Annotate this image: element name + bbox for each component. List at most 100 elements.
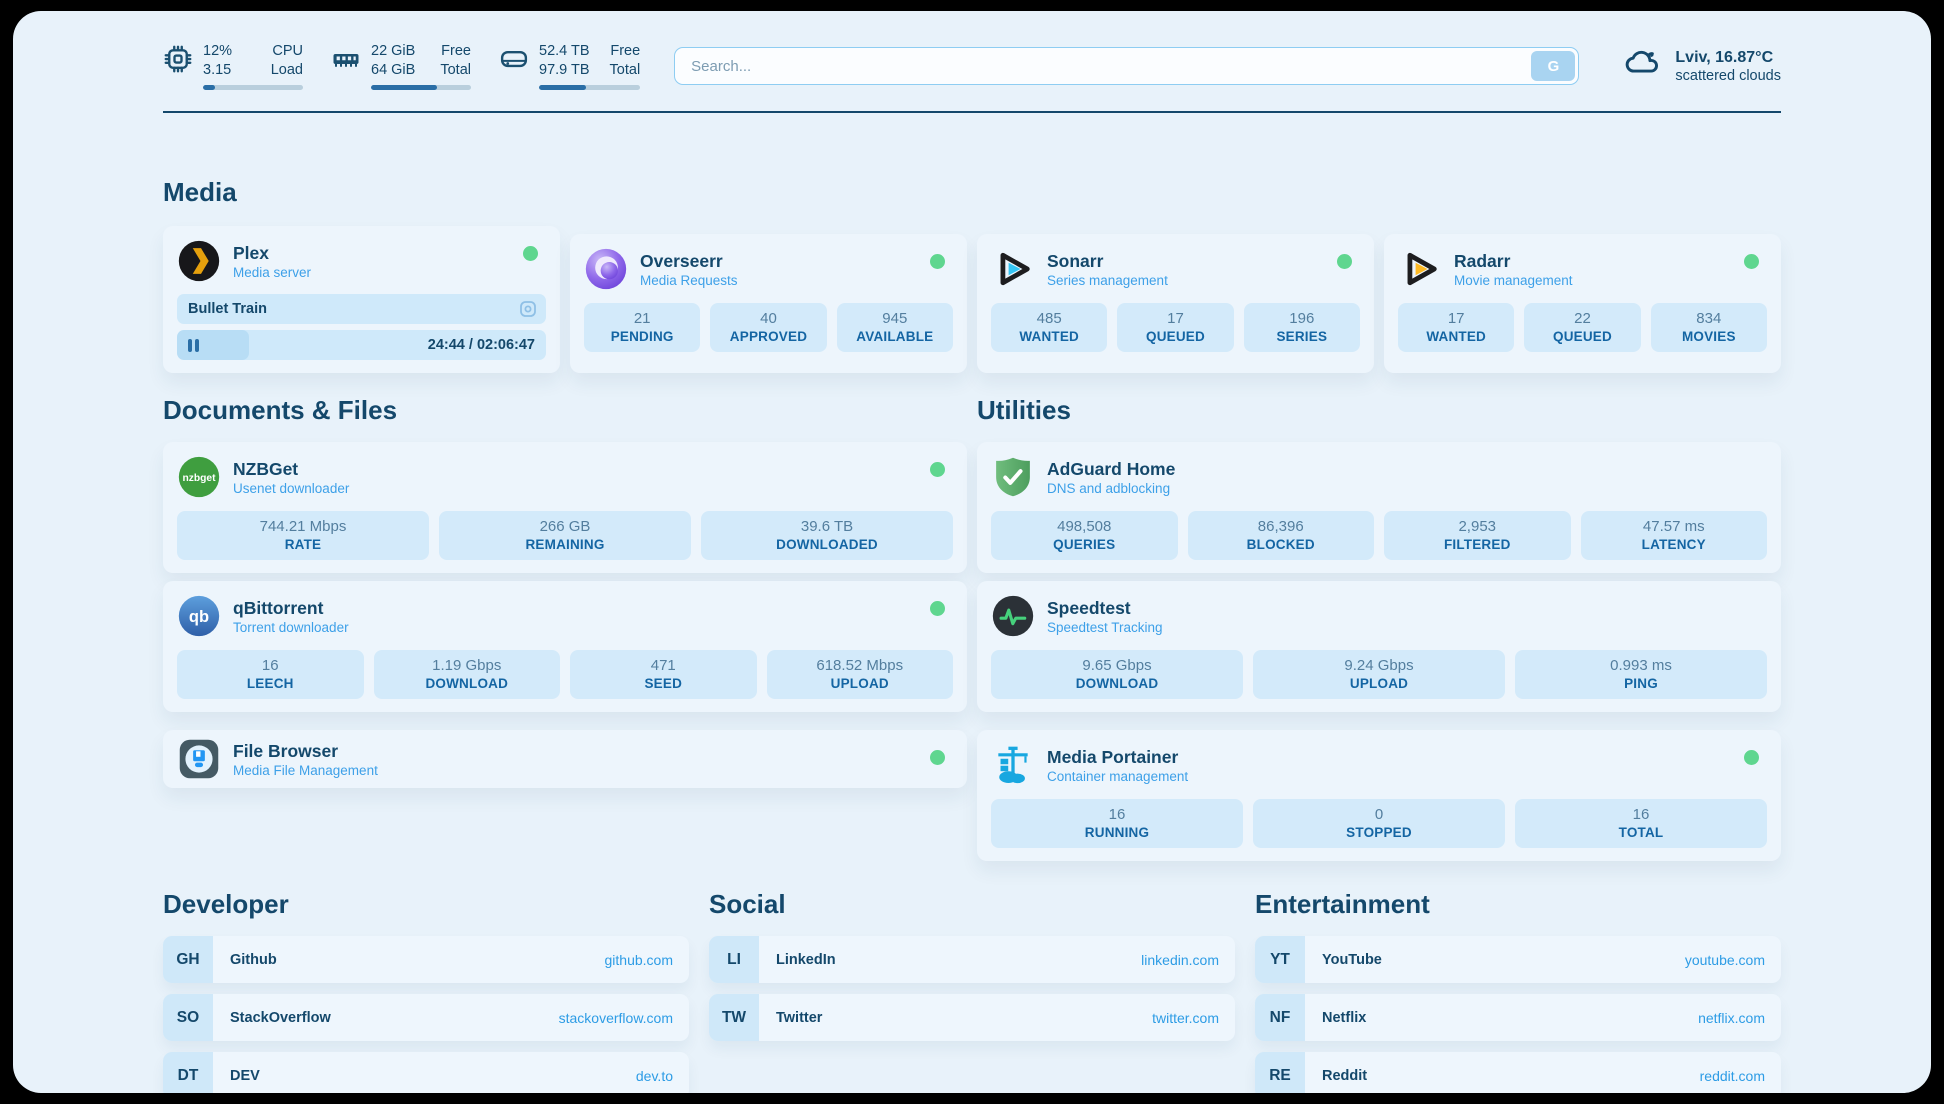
stat-pill: 0 STOPPED — [1253, 799, 1505, 848]
status-dot — [930, 254, 945, 269]
stat-label: TOTAL — [1519, 825, 1763, 840]
app-title: Overseerr — [640, 251, 738, 272]
stat-label: DOWNLOADED — [705, 537, 949, 552]
disk-total-label: Total — [610, 61, 641, 80]
weather-widget[interactable]: Lviv, 16.87°C scattered clouds — [1623, 48, 1781, 85]
stat-value: 618.52 Mbps — [771, 657, 950, 674]
stat-pill: 17 QUEUED — [1117, 303, 1233, 352]
app-subtitle: DNS and adblocking — [1047, 481, 1175, 496]
section-heading-documents: Documents & Files — [163, 395, 967, 426]
status-dot — [930, 462, 945, 477]
portainer-icon — [991, 743, 1035, 787]
app-card-qbittorrent[interactable]: qb qBittorrent Torrent downloader 16 LEE… — [163, 581, 967, 712]
disk-free-value: 52.4 TB — [539, 42, 590, 61]
stat-value: 0 — [1257, 806, 1501, 823]
stat-pill: 485 WANTED — [991, 303, 1107, 352]
section-social: Social LI LinkedIn linkedin.com TW Twitt… — [709, 889, 1235, 1093]
bookmark-badge: NF — [1255, 994, 1305, 1041]
disk-icon — [499, 44, 529, 74]
bookmark-youtube[interactable]: YT YouTube youtube.com — [1255, 936, 1781, 983]
stat-pill: 196 SERIES — [1244, 303, 1360, 352]
stat-label: APPROVED — [714, 329, 822, 344]
bookmark-dev[interactable]: DT DEV dev.to — [163, 1052, 689, 1093]
stat-label: DOWNLOAD — [995, 676, 1239, 691]
section-heading-social: Social — [709, 889, 1235, 920]
stat-value: 47.57 ms — [1585, 518, 1764, 535]
section-heading-media: Media — [163, 177, 1781, 208]
app-card-sonarr[interactable]: Sonarr Series management 485 WANTED 17 Q… — [977, 234, 1374, 373]
bookmark-url: reddit.com — [1700, 1052, 1765, 1093]
cpu-load-label: Load — [271, 61, 303, 80]
app-subtitle: Media Requests — [640, 273, 738, 288]
app-card-adguard[interactable]: AdGuard Home DNS and adblocking 498,508 … — [977, 442, 1781, 573]
app-card-nzbget[interactable]: nzbget NZBGet Usenet downloader 744.21 M… — [163, 442, 967, 573]
bookmark-reddit[interactable]: RE Reddit reddit.com — [1255, 1052, 1781, 1093]
app-subtitle: Media server — [233, 265, 311, 280]
stat-label: FILTERED — [1388, 537, 1567, 552]
bookmark-name: YouTube — [1322, 936, 1382, 983]
section-documents: Documents & Files nzbget NZBGet Usenet d… — [163, 395, 967, 788]
bookmark-badge: TW — [709, 994, 759, 1041]
stat-label: SERIES — [1248, 329, 1356, 344]
app-subtitle: Speedtest Tracking — [1047, 620, 1163, 635]
memory-progress-bar — [371, 85, 471, 90]
stat-value: 945 — [841, 310, 949, 327]
app-card-overseerr[interactable]: Overseerr Media Requests 21 PENDING 40 A… — [570, 234, 967, 373]
stat-value: 16 — [995, 806, 1239, 823]
search-provider-button[interactable]: G — [1531, 51, 1575, 81]
bookmark-badge: SO — [163, 994, 213, 1041]
memory-total-label: Total — [440, 61, 471, 80]
memory-icon — [331, 44, 361, 74]
app-card-speedtest[interactable]: Speedtest Speedtest Tracking 9.65 Gbps D… — [977, 581, 1781, 712]
qbittorrent-icon: qb — [177, 594, 221, 638]
bookmark-name: DEV — [230, 1052, 260, 1093]
now-playing-info-icon[interactable] — [519, 300, 537, 318]
app-title: qBittorrent — [233, 598, 349, 619]
stat-pill: 266 GB REMAINING — [439, 511, 691, 560]
stat-label: LEECH — [181, 676, 360, 691]
stat-pill: 22 QUEUED — [1524, 303, 1640, 352]
stat-pill: 9.65 Gbps DOWNLOAD — [991, 650, 1243, 699]
bookmark-linkedin[interactable]: LI LinkedIn linkedin.com — [709, 936, 1235, 983]
speedtest-icon — [991, 594, 1035, 638]
stat-pill: 0.993 ms PING — [1515, 650, 1767, 699]
bookmark-github[interactable]: GH Github github.com — [163, 936, 689, 983]
bookmark-twitter[interactable]: TW Twitter twitter.com — [709, 994, 1235, 1041]
section-heading-developer: Developer — [163, 889, 689, 920]
app-subtitle: Movie management — [1454, 273, 1573, 288]
stat-value: 498,508 — [995, 518, 1174, 535]
app-subtitle: Usenet downloader — [233, 481, 349, 496]
stat-value: 834 — [1655, 310, 1763, 327]
bookmark-name: Twitter — [776, 994, 822, 1041]
app-card-portainer[interactable]: Media Portainer Container management 16 … — [977, 730, 1781, 861]
sonarr-icon — [991, 247, 1035, 291]
stat-value: 471 — [574, 657, 753, 674]
bookmark-url: linkedin.com — [1141, 936, 1219, 983]
app-card-radarr[interactable]: Radarr Movie management 17 WANTED 22 QUE… — [1384, 234, 1781, 373]
now-playing-widget: Bullet Train 24:44 / 02:06:47 — [177, 294, 546, 360]
bookmark-stackoverflow[interactable]: SO StackOverflow stackoverflow.com — [163, 994, 689, 1041]
dashboard-panel: 12% 3.15 CPU Load — [13, 11, 1931, 1093]
search-input[interactable] — [674, 47, 1579, 85]
stat-label: UPLOAD — [771, 676, 950, 691]
pause-icon[interactable] — [188, 339, 199, 352]
cpu-usage-value: 12% — [203, 42, 232, 61]
bookmark-name: Netflix — [1322, 994, 1366, 1041]
bookmark-netflix[interactable]: NF Netflix netflix.com — [1255, 994, 1781, 1041]
app-card-filebrowser[interactable]: File Browser Media File Management — [163, 730, 967, 788]
stat-label: QUEUED — [1528, 329, 1636, 344]
app-title: AdGuard Home — [1047, 459, 1175, 480]
stat-label: STOPPED — [1257, 825, 1501, 840]
status-dot — [523, 246, 538, 261]
app-subtitle: Container management — [1047, 769, 1188, 784]
bookmark-badge: RE — [1255, 1052, 1305, 1093]
disk-free-label: Free — [610, 42, 641, 61]
app-card-plex[interactable]: Plex Media server Bullet Train — [163, 226, 560, 373]
search-bar: G — [674, 47, 1579, 85]
section-utilities: Utilities AdGuard Home — [977, 395, 1781, 861]
memory-free-value: 22 GiB — [371, 42, 415, 61]
stat-label: UPLOAD — [1257, 676, 1501, 691]
playback-progress[interactable]: 24:44 / 02:06:47 — [177, 330, 546, 360]
stat-label: SEED — [574, 676, 753, 691]
stat-value: 22 — [1528, 310, 1636, 327]
